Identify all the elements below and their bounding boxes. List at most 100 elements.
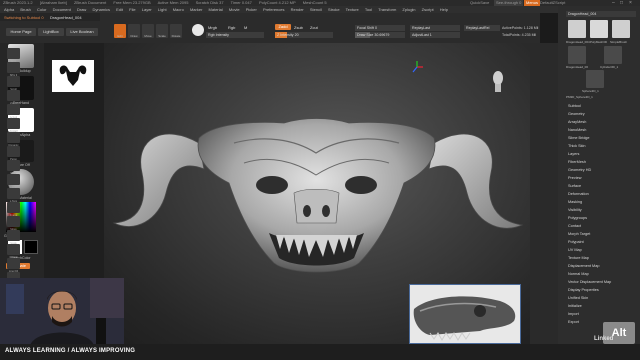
material-sphere-icon[interactable] — [192, 24, 204, 36]
menu-item[interactable]: Draw — [77, 7, 86, 12]
menu-item[interactable]: Texture — [346, 7, 359, 12]
vector-displacement-map-menu[interactable]: Vector Displacement Map — [568, 280, 611, 284]
actual-button[interactable]: Actual — [7, 104, 20, 119]
surface-menu[interactable]: Surface — [568, 184, 581, 188]
frame-button[interactable]: Frame — [7, 202, 20, 217]
move-view-button[interactable]: Move — [7, 216, 20, 231]
axis-gizmo-icon[interactable] — [410, 60, 424, 74]
scale-button[interactable]: Scale — [156, 24, 168, 38]
persp-button[interactable]: Persp — [7, 146, 20, 161]
move-button[interactable]: Move — [142, 24, 154, 38]
geometry-hd-menu[interactable]: Geometry HD — [568, 168, 591, 172]
fibermesh-menu[interactable]: FiberMesh — [568, 160, 586, 164]
menu-item[interactable]: Preferences — [263, 7, 285, 12]
menu-item[interactable]: Stencil — [310, 7, 322, 12]
morph-target-menu[interactable]: Morph Target — [568, 232, 590, 236]
focal-shift-slider[interactable]: Focal Shift 0 — [355, 25, 405, 31]
rotate-button[interactable]: Rotate — [170, 24, 182, 38]
zadd-button[interactable]: Zadd — [275, 24, 291, 30]
live-boolean-button[interactable]: Live Boolean — [66, 28, 98, 36]
dragon-head-00-thumb[interactable] — [568, 46, 586, 64]
menu-item[interactable]: Tool — [365, 7, 372, 12]
normal-map-menu[interactable]: Normal Map — [568, 272, 589, 276]
menu-item[interactable]: Zplugin — [402, 7, 415, 12]
replay-last-button[interactable]: ReplayLast — [410, 25, 460, 31]
cylinder-thumb[interactable] — [604, 46, 622, 64]
texture-map-menu[interactable]: Texture Map — [568, 256, 589, 260]
active-tool-tab[interactable]: DragonHead_004 — [50, 15, 82, 20]
zsub-button[interactable]: Zsub — [294, 25, 303, 30]
rgb-button[interactable]: Rgb — [228, 25, 235, 30]
subtool-menu[interactable]: Subtool — [568, 104, 581, 108]
initialize-menu[interactable]: Initialize — [568, 304, 582, 308]
menu-item[interactable]: Alpha — [4, 7, 14, 12]
displacement-map-menu[interactable]: Displacement Map — [568, 264, 599, 268]
draw-button[interactable]: Draw — [128, 24, 140, 38]
ram-horn-alpha-thumbnail[interactable] — [52, 60, 94, 92]
m-button[interactable]: M — [244, 25, 247, 30]
line-fill-button[interactable]: Line Fill — [7, 258, 20, 273]
floor-button[interactable]: Floor — [7, 160, 20, 175]
scroll-button[interactable]: Scroll — [7, 76, 20, 91]
adjust-last-slider[interactable]: AdjustLast 1 — [410, 32, 460, 38]
display-properties-menu[interactable]: Display Properties — [568, 288, 599, 292]
menu-item[interactable]: File — [129, 7, 135, 12]
menu-item[interactable]: Dynamics — [92, 7, 110, 12]
rgb-intensity-slider[interactable]: Rgb Intensity — [206, 32, 264, 38]
geometry-menu[interactable]: Geometry — [568, 112, 585, 116]
thick-skin-menu[interactable]: Thick Skin — [568, 144, 586, 148]
menu-item[interactable]: Light — [158, 7, 167, 12]
nanomesh-menu[interactable]: NanoMesh — [568, 128, 586, 132]
layers-menu[interactable]: Layers — [568, 152, 579, 156]
menu-item[interactable]: Color — [37, 7, 47, 12]
local-button[interactable]: Local — [7, 174, 20, 189]
aahalf-button[interactable]: AAHalf — [7, 118, 20, 133]
dragon-head-thumb[interactable] — [568, 20, 586, 38]
contact-menu[interactable]: Contact — [568, 224, 581, 228]
navigation-head-icon[interactable] — [491, 70, 505, 94]
menu-item[interactable]: Render — [291, 7, 304, 12]
simple-brush-thumb[interactable] — [612, 20, 630, 38]
visibility-menu[interactable]: Visibility — [568, 208, 582, 212]
home-page-button[interactable]: Home Page — [6, 28, 36, 36]
lsym-button[interactable]: L.Sym — [7, 188, 20, 203]
menu-item[interactable]: Layer — [142, 7, 152, 12]
uv-map-menu[interactable]: UV Map — [568, 248, 582, 252]
zoom-button[interactable]: Zoom — [7, 90, 20, 105]
secondary-color-swatch[interactable] — [24, 240, 38, 254]
slime-bridge-menu[interactable]: Slime Bridge — [568, 136, 590, 140]
mrgb-button[interactable]: Mrgb — [208, 25, 217, 30]
menu-item[interactable]: Brush — [20, 7, 30, 12]
menu-item[interactable]: Zscript — [422, 7, 434, 12]
export-menu[interactable]: Export — [568, 320, 579, 324]
menu-item[interactable]: Macro — [173, 7, 184, 12]
polypaint-menu[interactable]: Polypaint — [568, 240, 584, 244]
bpr-button[interactable]: BPR — [7, 48, 20, 63]
deformation-menu[interactable]: Deformation — [568, 192, 589, 196]
preview-menu[interactable]: Preview — [568, 176, 582, 180]
menu-item[interactable]: Stroke — [328, 7, 340, 12]
z-intensity-slider[interactable]: Z Intensity 20 — [275, 32, 333, 38]
menu-item[interactable]: Document — [53, 7, 71, 12]
masking-menu[interactable]: Masking — [568, 200, 582, 204]
spix-button[interactable]: SPix 3 — [7, 62, 20, 77]
replay-last-rel-button[interactable]: ReplayLastRel — [464, 25, 500, 31]
scale-view-button[interactable]: Scale — [7, 230, 20, 245]
dynamic-button[interactable]: Dynamic — [7, 132, 20, 147]
polymesh-thumb[interactable] — [590, 20, 608, 38]
import-menu[interactable]: Import — [568, 312, 579, 316]
rotate-view-button[interactable]: Rotate — [7, 244, 20, 259]
edit-button[interactable]: Edit — [114, 24, 126, 38]
menu-item[interactable]: Material — [209, 7, 223, 12]
menu-item[interactable]: Help — [440, 7, 448, 12]
menu-item[interactable]: Marker — [190, 7, 202, 12]
draw-size-slider[interactable]: Draw Size 30.69679 — [355, 32, 405, 38]
menu-item[interactable]: Picker — [246, 7, 257, 12]
menu-item[interactable]: Transform — [378, 7, 396, 12]
unified-skin-menu[interactable]: Unified Skin — [568, 296, 588, 300]
sphere-thumb[interactable] — [586, 70, 604, 88]
arraymesh-menu[interactable]: ArrayMesh — [568, 120, 586, 124]
menu-item[interactable]: Movie — [229, 7, 240, 12]
zcut-button[interactable]: Zcut — [310, 25, 318, 30]
lightbox-button[interactable]: LightBox — [38, 28, 64, 36]
